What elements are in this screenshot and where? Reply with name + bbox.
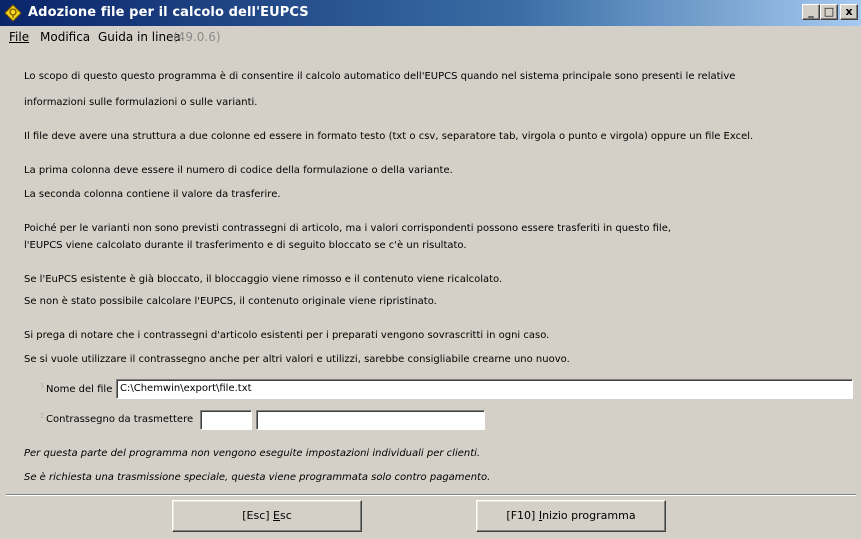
version-label: (49.0.6) [173,30,221,44]
description-line: Se l'EuPCS esistente è già bloccato, il … [24,274,503,285]
marker-text-input[interactable] [256,410,485,430]
description-line: Poiché per le varianti non sono previsti… [24,223,672,234]
esc-button[interactable]: [Esc] Esc [172,500,362,532]
description-line: Lo scopo di questo questo programma è di… [24,71,736,82]
footer-separator [6,494,856,496]
minimize-button[interactable]: _ [802,4,820,20]
title-bar[interactable]: Adozione file per il calcolo dell'EUPCS … [0,0,861,26]
marker-code-input[interactable] [200,410,252,430]
description-line: La seconda colonna contiene il valore da… [24,189,281,200]
main-window: Adozione file per il calcolo dell'EUPCS … [0,0,861,539]
menu-bar: File Modifica Guida in linea (49.0.6) [0,26,861,48]
esc-key-label: [Esc] [242,509,274,522]
maximize-button[interactable]: □ [820,4,838,20]
start-program-button[interactable]: [F10] Inizio programma [476,500,666,532]
description-line: informazioni sulle formulazioni o sulle … [24,97,258,108]
content-area: Lo scopo di questo questo programma è di… [0,48,861,493]
description-line: Se si vuole utilizzare il contrassegno a… [24,354,570,365]
description-line: Se non è stato possibile calcolare l'EUP… [24,296,437,307]
close-button[interactable]: x [840,4,858,20]
description-line: l'EUPCS viene calcolato durante il trasf… [24,240,467,251]
file-name-input[interactable]: C:\Chemwin\export\file.txt [116,379,853,399]
file-name-label: Nome del file [46,384,113,395]
esc-label: sc [279,509,292,522]
menu-modifica[interactable]: Modifica [40,30,90,44]
esc-mnemonic: E [273,509,280,522]
app-logo-icon [4,4,22,22]
info-note: Per questa parte del programma non vengo… [24,448,481,459]
required-marker: 2 [40,412,45,420]
start-key-label: [F10] [506,509,539,522]
info-note: Se è richiesta una trasmissione speciale… [24,472,491,483]
marker-label: Contrassegno da trasmettere [46,414,194,425]
description-line: Il file deve avere una struttura a due c… [24,131,754,142]
menu-file[interactable]: File [9,30,29,44]
start-label: nizio programma [542,509,636,522]
window-title: Adozione file per il calcolo dell'EUPCS [28,5,309,20]
required-marker: 1 [40,382,45,390]
menu-guida-in-linea[interactable]: Guida in linea [98,30,181,44]
description-line: La prima colonna deve essere il numero d… [24,165,453,176]
description-line: Si prega di notare che i contrassegni d'… [24,330,550,341]
